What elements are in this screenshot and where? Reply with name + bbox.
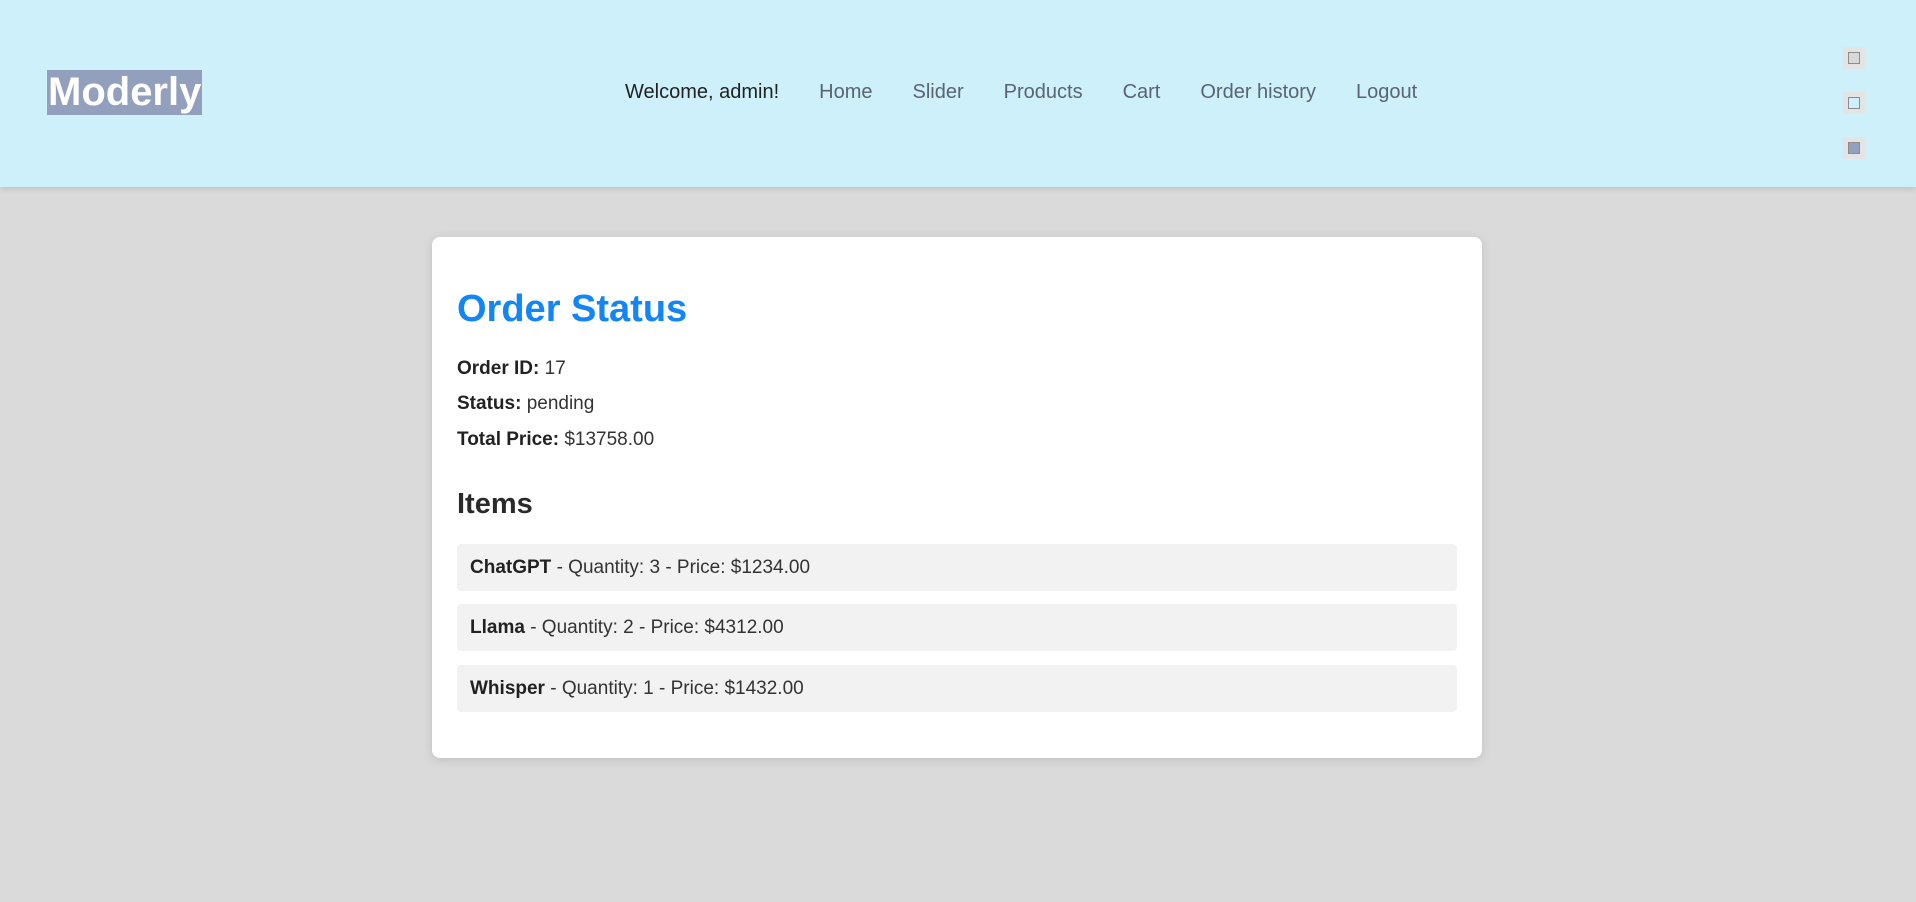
status-value: pending	[526, 393, 595, 414]
nav-home-link[interactable]: Home	[819, 80, 872, 104]
order-id-value: 17	[544, 358, 566, 379]
total-price-label: Total Price:	[457, 429, 560, 450]
list-item: Llama - Quantity: 2 - Price: $4312.00	[457, 604, 1457, 651]
grey-swatch-icon	[1848, 52, 1860, 64]
list-item: Whisper - Quantity: 1 - Price: $1432.00	[457, 665, 1457, 712]
page-title: Order Status	[457, 288, 688, 330]
nav-products-link[interactable]: Products	[1004, 80, 1083, 104]
total-price-row: Total Price: $13758.00	[457, 428, 654, 452]
item-details: - Quantity: 2 - Price: $4312.00	[530, 617, 784, 638]
items-heading: Items	[457, 488, 533, 520]
nav-order-history-link[interactable]: Order history	[1200, 80, 1316, 104]
status-label: Status:	[457, 393, 522, 414]
nav-cart-link[interactable]: Cart	[1123, 80, 1161, 104]
light-blue-swatch-icon	[1848, 97, 1860, 109]
nav-slider-link[interactable]: Slider	[913, 80, 964, 104]
main-nav: Welcome, admin! Home Slider Products Car…	[625, 80, 1417, 104]
theme-grey-button[interactable]	[1843, 47, 1865, 69]
nav-logout-link[interactable]: Logout	[1356, 80, 1417, 104]
item-name: Llama	[470, 617, 525, 638]
order-id-label: Order ID:	[457, 358, 540, 379]
item-details: - Quantity: 1 - Price: $1432.00	[550, 678, 804, 699]
order-id-row: Order ID: 17	[457, 357, 566, 381]
item-name: Whisper	[470, 678, 545, 699]
top-header: Moderly Welcome, admin! Home Slider Prod…	[0, 0, 1916, 187]
slate-swatch-icon	[1848, 142, 1860, 154]
site-logo[interactable]: Moderly	[47, 70, 203, 115]
item-details: - Quantity: 3 - Price: $1234.00	[556, 557, 811, 578]
theme-slate-button[interactable]	[1843, 137, 1865, 159]
theme-light-blue-button[interactable]	[1843, 92, 1865, 114]
order-status-card: Order Status Order ID: 17 Status: pendin…	[432, 237, 1482, 758]
status-row: Status: pending	[457, 392, 594, 416]
total-price-value: $13758.00	[564, 429, 655, 450]
welcome-message: Welcome, admin!	[625, 81, 780, 103]
item-name: ChatGPT	[470, 557, 552, 578]
list-item: ChatGPT - Quantity: 3 - Price: $1234.00	[457, 544, 1457, 591]
